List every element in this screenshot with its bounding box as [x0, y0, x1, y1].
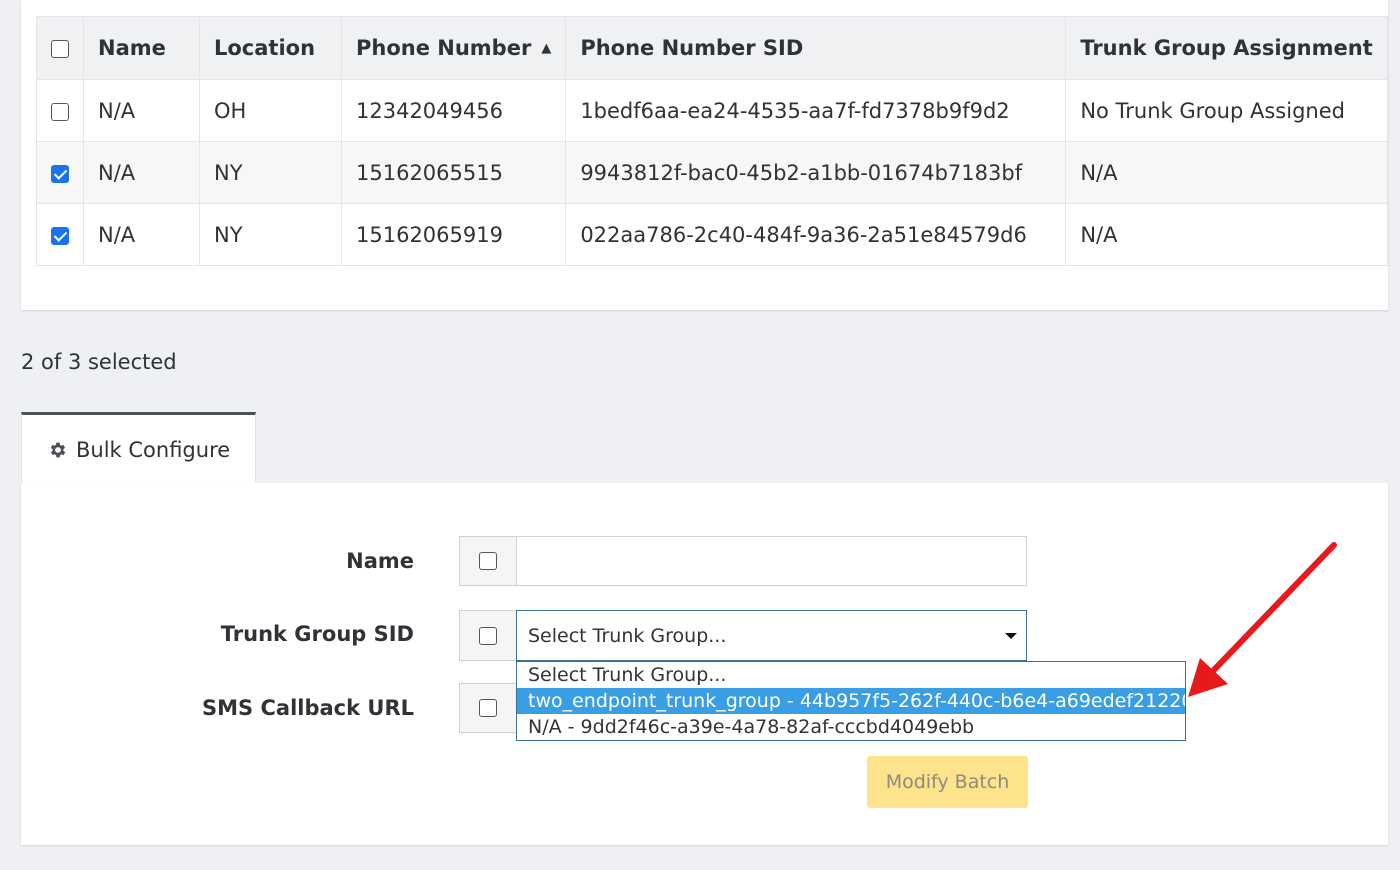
cell-phone-number: 15162065515 [340, 141, 567, 204]
modify-batch-button[interactable]: Modify Batch [867, 756, 1028, 808]
table-row[interactable]: N/A OH 12342049456 1bedf6aa-ea24-4535-aa… [36, 79, 1388, 142]
name-enable-checkbox[interactable] [479, 552, 497, 570]
table-row[interactable]: N/A NY 15162065919 022aa786-2c40-484f-9a… [36, 203, 1388, 266]
name-label: Name [346, 549, 414, 573]
cell-phone-number-sid: 022aa786-2c40-484f-9a36-2a51e84579d6 [565, 203, 1067, 266]
cell-trunk-group: N/A [1065, 203, 1388, 266]
table-row[interactable]: N/A NY 15162065515 9943812f-bac0-45b2-a1… [36, 141, 1388, 204]
table-header-row: Name Location Phone Number ▲ Phone Number… [36, 16, 1388, 80]
trunk-group-sid-label: Trunk Group SID [220, 622, 414, 646]
cell-name: N/A [83, 141, 200, 204]
row-select-cell [36, 141, 84, 204]
header-phone-number-sid[interactable]: Phone Number SID [565, 16, 1067, 80]
chevron-down-icon [1005, 633, 1017, 639]
cell-location: NY [199, 141, 342, 204]
gear-icon [48, 440, 68, 460]
row-checkbox[interactable] [51, 102, 69, 121]
selection-status: 2 of 3 selected [21, 350, 177, 374]
row-select-cell [36, 79, 84, 142]
tab-bulk-configure[interactable]: Bulk Configure [21, 412, 256, 484]
trunk-enable-addon [459, 610, 517, 661]
cell-name: N/A [83, 79, 200, 142]
name-enable-addon [459, 536, 517, 586]
select-all-checkbox[interactable] [51, 40, 69, 58]
cell-trunk-group: No Trunk Group Assigned [1065, 79, 1388, 142]
trunk-enable-checkbox[interactable] [479, 626, 497, 645]
header-location[interactable]: Location [199, 16, 342, 80]
cell-location: NY [199, 203, 342, 266]
dropdown-option[interactable]: N/A - 9dd2f46c-a39e-4a78-82af-cccbd4049e… [517, 714, 1185, 740]
phone-numbers-table: Name Location Phone Number ▲ Phone Number… [36, 16, 1388, 266]
cell-name: N/A [83, 203, 200, 266]
cell-phone-number: 15162065919 [340, 203, 567, 266]
tab-label: Bulk Configure [76, 437, 231, 462]
cell-phone-number-sid: 9943812f-bac0-45b2-a1bb-01674b7183bf [565, 141, 1067, 204]
name-input[interactable] [516, 536, 1027, 586]
dropdown-option-highlighted[interactable]: two_endpoint_trunk_group - 44b957f5-262f… [517, 688, 1185, 714]
cell-phone-number: 12342049456 [340, 79, 567, 142]
select-all-cell [36, 16, 84, 80]
sms-callback-url-label: SMS Callback URL [202, 696, 414, 720]
trunk-group-select[interactable]: Select Trunk Group... [516, 610, 1027, 661]
header-name[interactable]: Name [83, 16, 200, 80]
row-checkbox[interactable] [51, 226, 69, 245]
row-select-cell [36, 203, 84, 266]
header-phone-number[interactable]: Phone Number ▲ [340, 16, 567, 80]
trunk-group-dropdown-list: Select Trunk Group... two_endpoint_trunk… [516, 661, 1186, 741]
cell-phone-number-sid: 1bedf6aa-ea24-4535-aa7f-fd7378b9f9d2 [565, 79, 1067, 142]
sms-enable-checkbox[interactable] [479, 699, 497, 717]
cell-trunk-group: N/A [1065, 141, 1388, 204]
cell-location: OH [199, 79, 342, 142]
sms-enable-addon [459, 683, 517, 733]
header-trunk-group-assignment[interactable]: Trunk Group Assignment [1065, 16, 1388, 80]
row-checkbox[interactable] [51, 164, 69, 183]
trunk-group-select-value: Select Trunk Group... [528, 624, 727, 647]
sort-ascending-icon[interactable]: ▲ [541, 41, 551, 56]
dropdown-option[interactable]: Select Trunk Group... [517, 662, 1185, 688]
